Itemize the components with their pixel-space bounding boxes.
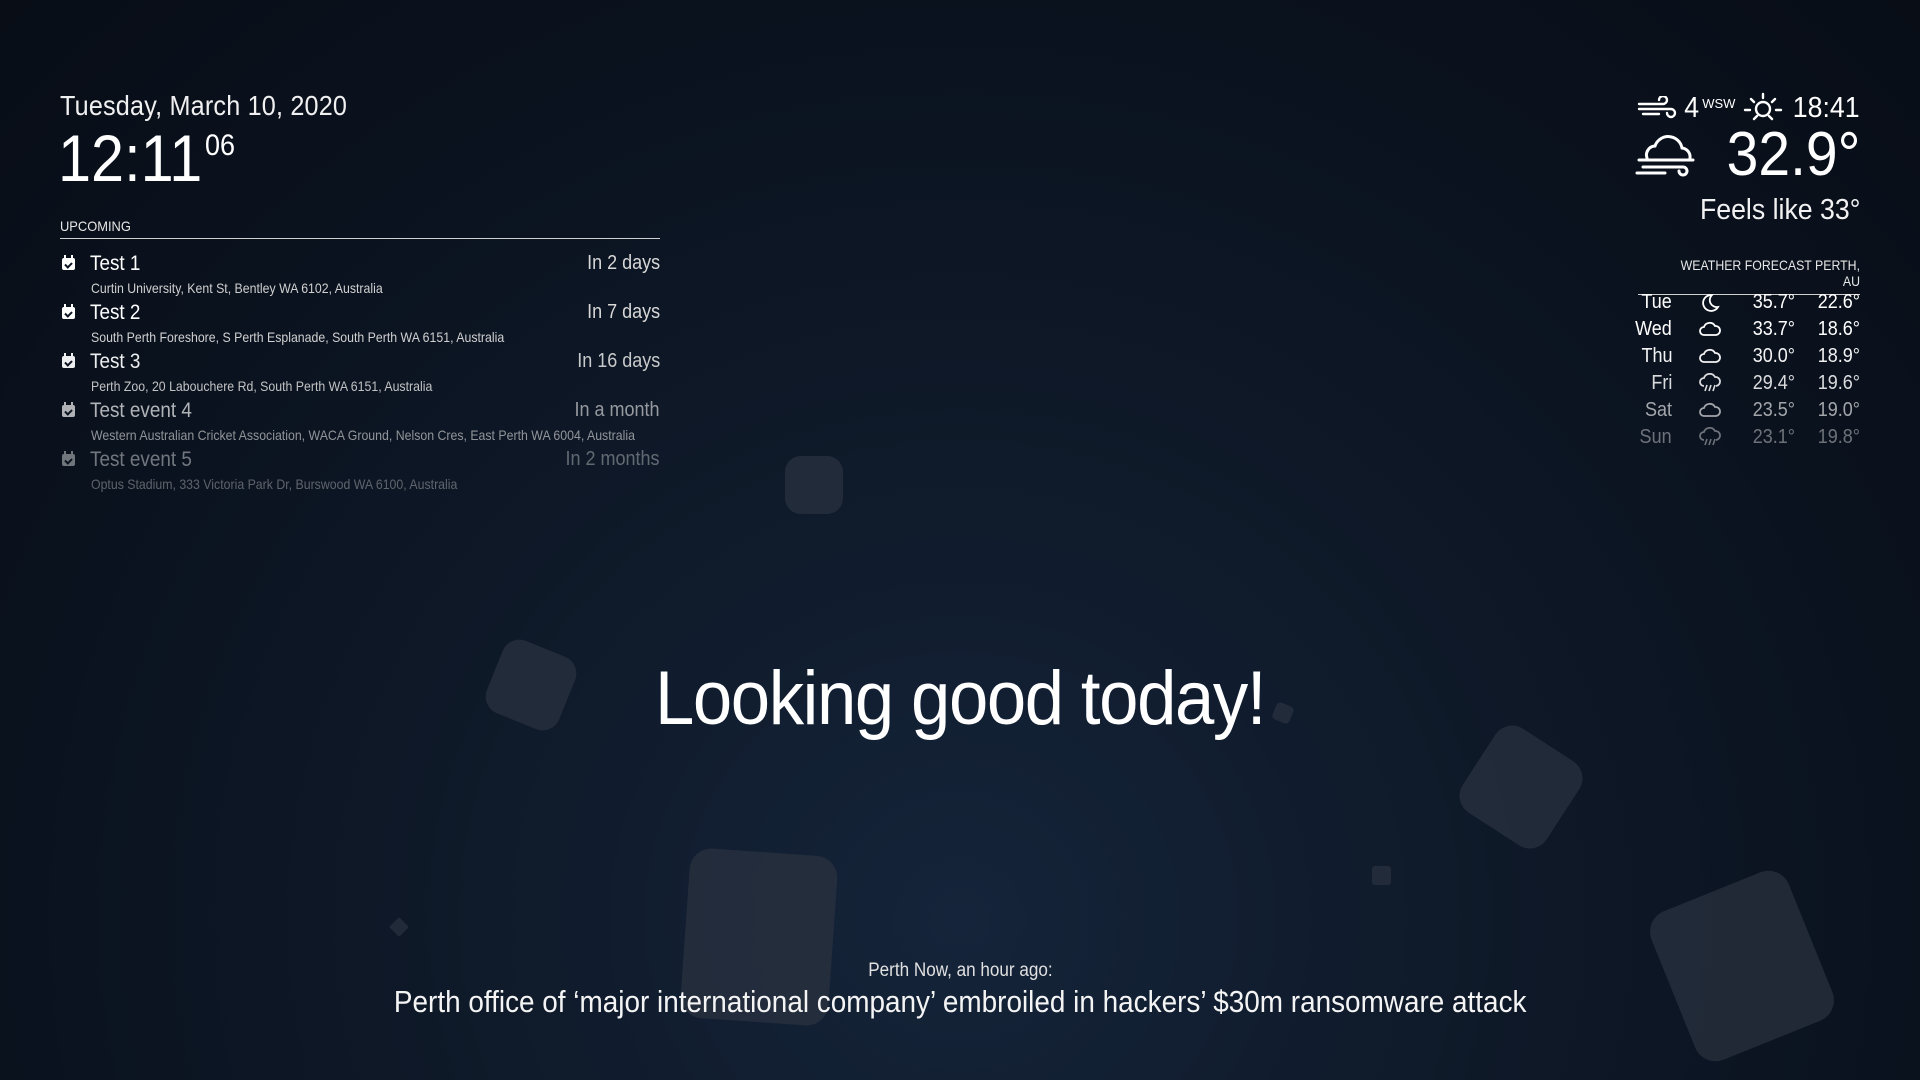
news-headline: Perth office of ‘major international com… bbox=[0, 984, 1920, 1020]
forecast-row: Fri 29.4° 19.6° bbox=[1638, 369, 1860, 396]
current-temperature-row: 32.9° bbox=[1635, 120, 1860, 190]
forecast-min-temp: 19.8° bbox=[1817, 426, 1860, 448]
rain-icon bbox=[1699, 373, 1721, 392]
calendar-event: Test 2 In 7 days South Perth Foreshore, … bbox=[60, 301, 660, 350]
calendar-check-icon bbox=[62, 304, 75, 319]
forecast-min-temp: 19.0° bbox=[1817, 399, 1860, 421]
forecast-min-temp: 19.6° bbox=[1817, 372, 1860, 394]
forecast-max-temp: 23.5° bbox=[1752, 399, 1795, 421]
forecast-min-temp: 18.9° bbox=[1817, 345, 1860, 367]
bg-shape bbox=[785, 456, 843, 514]
event-title: Test 1 bbox=[90, 252, 141, 275]
calendar-event: Test 1 In 2 days Curtin University, Kent… bbox=[60, 252, 660, 301]
calendar-header: UPCOMING bbox=[60, 218, 660, 239]
event-location: Western Australian Cricket Association, … bbox=[91, 427, 635, 443]
news-source-label: Perth Now, an hour ago: bbox=[867, 960, 1053, 981]
rain-icon bbox=[1699, 427, 1721, 446]
event-time: In 16 days bbox=[576, 350, 660, 372]
feels-like: Feels like 33° bbox=[1699, 194, 1860, 226]
calendar-check-icon bbox=[62, 353, 75, 368]
event-title: Test 3 bbox=[90, 350, 141, 373]
event-location: Perth Zoo, 20 Labouchere Rd, South Perth… bbox=[91, 378, 433, 394]
current-temperature: 32.9° bbox=[1726, 120, 1860, 189]
forecast-day: Tue bbox=[1641, 291, 1672, 313]
calendar-check-icon bbox=[62, 451, 75, 466]
forecast-max-temp: 23.1° bbox=[1752, 426, 1795, 448]
forecast-row: Sat 23.5° 19.0° bbox=[1638, 396, 1860, 423]
event-location: South Perth Foreshore, S Perth Esplanade… bbox=[91, 329, 505, 345]
background-shapes bbox=[0, 0, 1920, 1080]
event-time: In a month bbox=[574, 399, 660, 421]
clock-time: 12:1106 bbox=[58, 118, 235, 198]
forecast-header-label: WEATHER FORECAST PERTH, AU bbox=[1680, 257, 1860, 289]
forecast-max-temp: 29.4° bbox=[1752, 372, 1795, 394]
wind-icon bbox=[1637, 96, 1677, 119]
forecast-row: Tue 35.7° 22.6° bbox=[1638, 288, 1860, 315]
bg-shape bbox=[1372, 866, 1391, 885]
event-location: Optus Stadium, 333 Victoria Park Dr, Bur… bbox=[91, 476, 458, 492]
calendar-event-list: Test 1 In 2 days Curtin University, Kent… bbox=[60, 252, 660, 497]
bg-shape bbox=[389, 917, 409, 937]
news-headline-label: Perth office of ‘major international com… bbox=[393, 984, 1527, 1019]
calendar-header-label: UPCOMING bbox=[60, 218, 131, 234]
forecast-day: Wed bbox=[1635, 318, 1672, 340]
cloud-icon bbox=[1699, 402, 1721, 417]
calendar-event: Test 3 In 16 days Perth Zoo, 20 Labouche… bbox=[60, 350, 660, 399]
forecast-row: Wed 33.7° 18.6° bbox=[1635, 315, 1860, 342]
forecast-min-temp: 18.6° bbox=[1817, 318, 1860, 340]
calendar-event: Test event 4 In a month Western Australi… bbox=[60, 399, 660, 448]
event-title: Test 2 bbox=[90, 301, 141, 324]
forecast-day: Fri bbox=[1651, 372, 1672, 394]
forecast-min-temp: 22.6° bbox=[1817, 291, 1860, 313]
compliment-text: Looking good today! bbox=[0, 655, 1920, 742]
event-time: In 2 days bbox=[586, 252, 660, 274]
forecast-table: Tue 35.7° 22.6° Wed 33.7° 18.6° Thu 30.0… bbox=[1635, 288, 1860, 450]
event-time: In 7 days bbox=[586, 301, 660, 323]
cloud-icon bbox=[1699, 348, 1721, 363]
clock-hours-minutes: 12:11 bbox=[58, 121, 203, 195]
calendar-check-icon bbox=[62, 402, 75, 417]
wind-direction: WSW bbox=[1702, 95, 1736, 111]
forecast-max-temp: 33.7° bbox=[1752, 318, 1795, 340]
event-time: In 2 months bbox=[565, 448, 660, 470]
event-title: Test event 5 bbox=[90, 448, 192, 471]
forecast-max-temp: 35.7° bbox=[1752, 291, 1795, 313]
forecast-row: Thu 30.0° 18.9° bbox=[1638, 342, 1860, 369]
cloudy-windy-icon bbox=[1635, 135, 1695, 177]
forecast-day: Sat bbox=[1644, 399, 1672, 421]
calendar-event: Test event 5 In 2 months Optus Stadium, … bbox=[60, 448, 660, 497]
clock-seconds: 06 bbox=[204, 129, 235, 162]
calendar-check-icon bbox=[62, 255, 75, 270]
forecast-day: Sun bbox=[1639, 426, 1672, 448]
forecast-row: Sun 23.1° 19.8° bbox=[1638, 423, 1860, 450]
cloud-icon bbox=[1699, 321, 1721, 336]
news-source: Perth Now, an hour ago: bbox=[0, 960, 1920, 982]
clear-night-icon bbox=[1702, 294, 1720, 312]
forecast-max-temp: 30.0° bbox=[1752, 345, 1795, 367]
event-title: Test event 4 bbox=[90, 399, 192, 422]
compliment-label: Looking good today! bbox=[654, 656, 1267, 741]
forecast-day: Thu bbox=[1640, 345, 1672, 367]
event-location: Curtin University, Kent St, Bentley WA 6… bbox=[91, 280, 383, 296]
